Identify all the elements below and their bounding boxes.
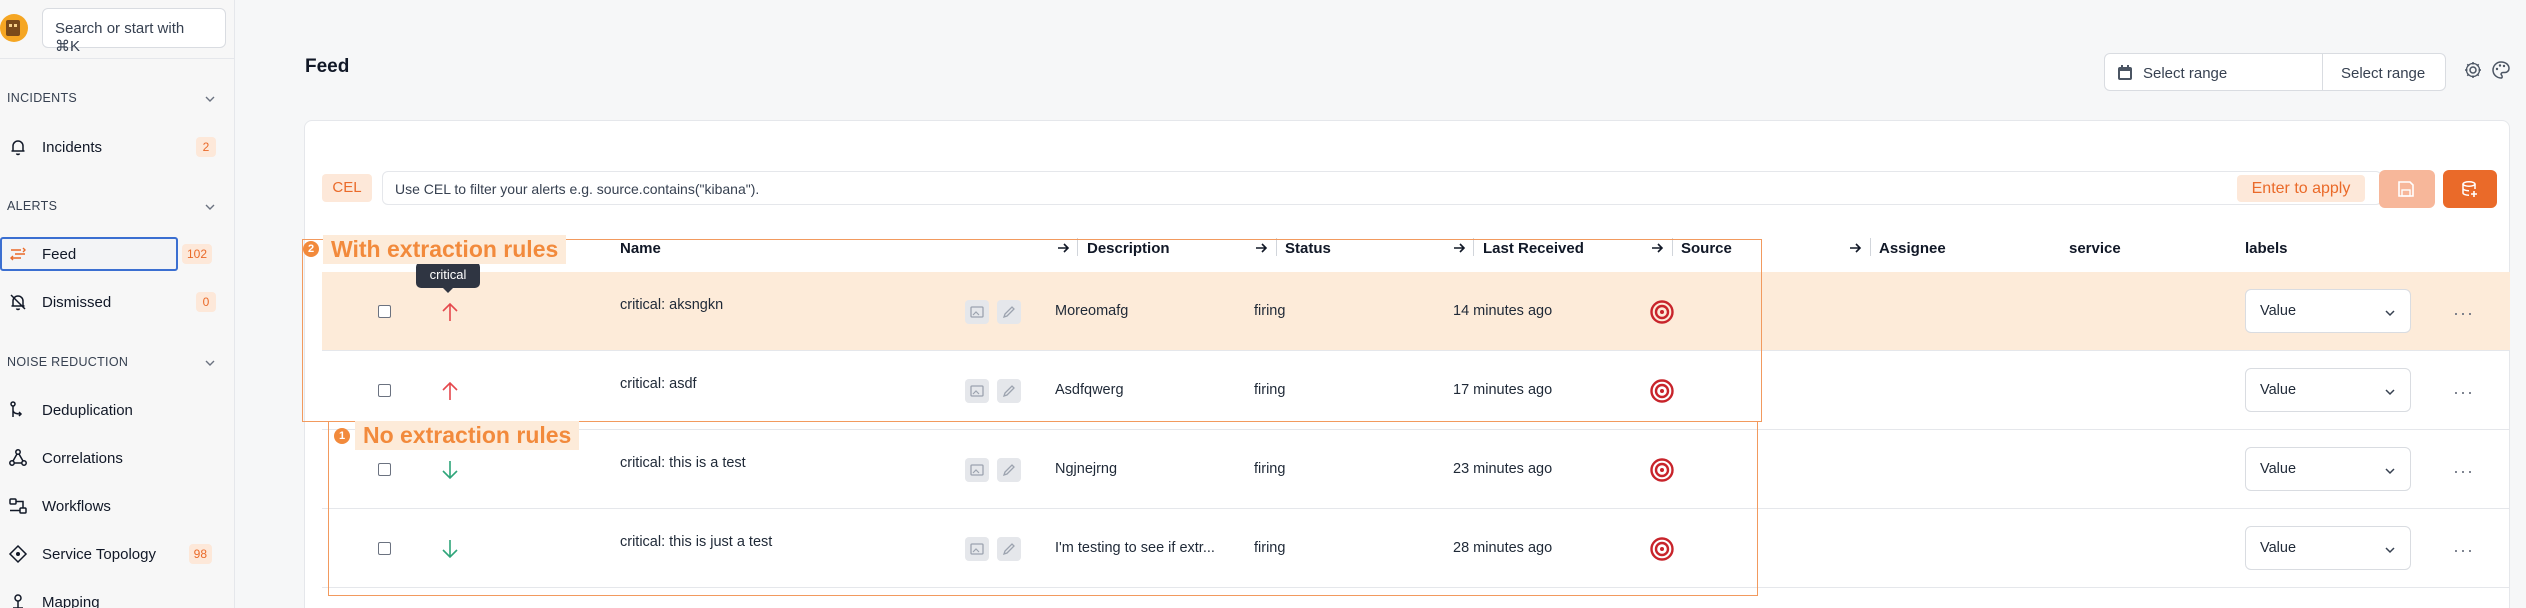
more-options-icon[interactable]: ··· (2453, 382, 2474, 403)
sidebar-item-mapping[interactable]: Mapping (0, 585, 228, 608)
app-root: Search or start with ⌘K INCIDENTS Incide… (0, 0, 2526, 608)
section-title-incidents: INCIDENTS (7, 91, 78, 105)
sidebar-item-dismissed[interactable]: Dismissed 0 (0, 285, 228, 319)
dismissed-count-badge: 0 (196, 292, 216, 312)
chevron-down-icon (2385, 389, 2395, 396)
annotation-label-no-extraction-rules: No extraction rules (355, 421, 580, 450)
feed-count-badge: 102 (181, 244, 212, 264)
labels-select[interactable]: Value (2245, 289, 2411, 333)
incidents-count-badge: 2 (196, 137, 216, 157)
mapping-icon (13, 594, 23, 608)
range-preset-label[interactable]: Select range (2341, 65, 2425, 82)
section-title-noise-reduction: NOISE REDUCTION (7, 355, 129, 369)
service-topology-count-badge: 98 (188, 544, 212, 564)
sidebar-item-workflows[interactable]: Workflows (0, 489, 228, 523)
annotation-label-with-extraction-rules: With extraction rules (323, 235, 567, 264)
labels-select[interactable]: Value (2245, 526, 2411, 570)
merge-icon (10, 401, 23, 417)
column-separator (1870, 238, 1871, 256)
save-icon (2398, 181, 2414, 197)
labels-select-value: Value (2260, 382, 2297, 398)
column-header-service[interactable]: service (2069, 240, 2121, 257)
calendar-icon (2118, 65, 2132, 80)
more-options-icon[interactable]: ··· (2453, 540, 2474, 561)
sidebar-item-label: Deduplication (42, 401, 133, 419)
enter-to-apply-hint: Enter to apply (2237, 175, 2365, 202)
sidebar-item-label: Feed (42, 245, 77, 263)
chevron-down-icon[interactable] (204, 201, 216, 213)
annotation-number: 2 (303, 241, 319, 257)
section-title-alerts: ALERTS (7, 199, 58, 213)
palette-icon[interactable] (2491, 60, 2511, 80)
labels-select-value: Value (2260, 540, 2297, 556)
chevron-down-icon[interactable] (204, 357, 216, 369)
correlation-icon (9, 449, 27, 466)
workflow-icon (9, 498, 27, 514)
date-range-picker[interactable]: Select range Select range (2104, 53, 2446, 91)
chevron-down-icon (2385, 468, 2395, 475)
chevron-down-icon[interactable] (204, 93, 216, 105)
keep-logo[interactable] (0, 6, 32, 50)
labels-select-value: Value (2260, 461, 2297, 477)
sidebar-item-label: Dismissed (42, 293, 112, 311)
annotation-number: 1 (334, 428, 350, 444)
arrow-right-icon[interactable] (1848, 241, 1862, 255)
sidebar-item-feed[interactable]: Feed 102 (0, 237, 228, 271)
search-input[interactable]: Search or start with ⌘K (42, 8, 226, 55)
cel-filter-input[interactable]: Use CEL to filter your alerts e.g. sourc… (382, 171, 2382, 205)
labels-select[interactable]: Value (2245, 447, 2411, 491)
column-header-assignee[interactable]: Assignee (1879, 240, 1946, 257)
sidebar-item-deduplication[interactable]: Deduplication (0, 393, 228, 427)
topology-icon (8, 544, 28, 564)
chevron-down-icon (2385, 310, 2395, 317)
cel-badge: CEL (322, 174, 372, 202)
more-options-icon[interactable]: ··· (2453, 303, 2474, 324)
sidebar-item-label: Service Topology (42, 545, 156, 563)
bell-icon (11, 140, 25, 156)
sidebar: Search or start with ⌘K INCIDENTS Incide… (0, 0, 235, 608)
annotation-box-with-extraction-rules (302, 239, 1762, 422)
feed-icon (10, 247, 26, 261)
range-start-label[interactable]: Select range (2143, 65, 2227, 82)
sidebar-item-correlations[interactable]: Correlations (0, 441, 228, 475)
labels-select[interactable]: Value (2245, 368, 2411, 412)
sidebar-item-service-topology[interactable]: Service Topology 98 (0, 537, 228, 571)
database-plus-icon (2462, 181, 2477, 197)
save-preset-button[interactable] (2379, 170, 2435, 208)
sidebar-item-label: Correlations (42, 449, 123, 467)
sidebar-item-label: Workflows (42, 497, 111, 515)
column-header-labels[interactable]: labels (2245, 240, 2288, 257)
chevron-down-icon (2385, 547, 2395, 554)
gear-icon[interactable] (2463, 60, 2483, 80)
page-title: Feed (305, 56, 350, 77)
more-options-icon[interactable]: ··· (2453, 461, 2474, 482)
sidebar-item-label: Incidents (42, 138, 103, 156)
save-as-button[interactable] (2443, 170, 2497, 208)
sidebar-item-label: Mapping (42, 593, 100, 608)
sidebar-divider (0, 58, 235, 59)
range-divider (2322, 54, 2323, 90)
bell-off-icon (10, 294, 26, 311)
labels-select-value: Value (2260, 303, 2297, 319)
sidebar-item-incidents[interactable]: Incidents 2 (0, 130, 228, 164)
